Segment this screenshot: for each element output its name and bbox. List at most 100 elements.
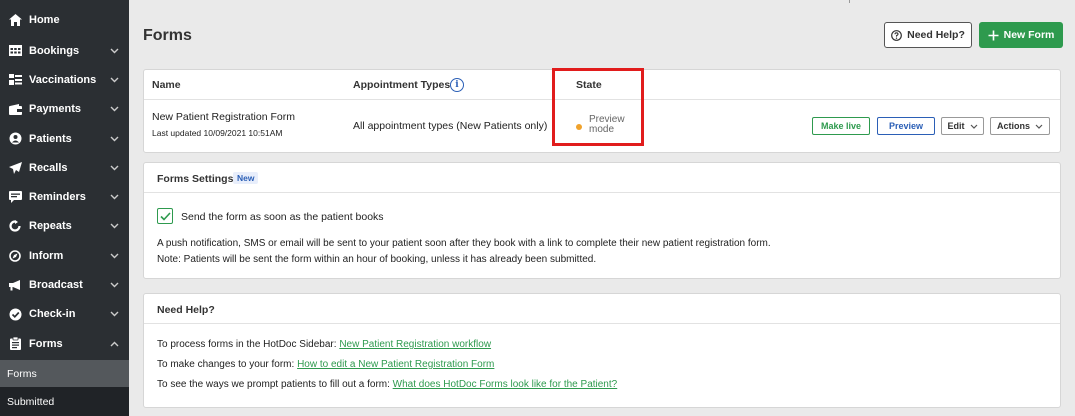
last-updated-label: Last updated (152, 128, 202, 138)
send-form-checkbox[interactable] (157, 208, 173, 224)
new-badge: New (233, 172, 259, 184)
help-link-edit-form[interactable]: How to edit a New Patient Registration F… (297, 359, 494, 370)
last-updated-value: 10/09/2021 10:51AM (203, 128, 283, 138)
sidebar-subitem-label: Submitted (7, 395, 55, 408)
need-help-button[interactable]: Need Help? (884, 22, 972, 48)
sidebar-item-repeats[interactable]: Repeats (0, 212, 129, 241)
sidebar-item-home[interactable]: Home (0, 9, 129, 31)
page-title: Forms (143, 27, 192, 44)
chevron-down-icon (109, 192, 119, 202)
help-text: To process forms in the HotDoc Sidebar: (157, 339, 340, 350)
make-live-label: Make live (820, 121, 862, 131)
help-text: To make changes to your form: (157, 359, 298, 370)
sidebar-subitem-submitted[interactable]: Submitted (0, 387, 129, 416)
help-line: To process forms in the HotDoc Sidebar: … (157, 339, 491, 350)
last-updated: Last updated 10/09/2021 10:51AM (152, 128, 282, 138)
paper-plane-icon (8, 161, 22, 175)
message-icon (8, 190, 22, 204)
help-title: Need Help? (157, 304, 215, 316)
make-live-button[interactable]: Make live (812, 117, 870, 135)
sidebar-item-label: Check-in (29, 308, 76, 321)
sidebar-item-vaccinations[interactable]: Vaccinations (0, 65, 129, 94)
help-text: To see the ways we prompt patients to fi… (157, 379, 393, 390)
chevron-down-icon (109, 104, 119, 114)
sidebar-item-check-in[interactable]: Check-in (0, 300, 129, 329)
sidebar-item-recalls[interactable]: Recalls (0, 153, 129, 182)
sidebar-item-forms[interactable]: Forms (0, 329, 129, 358)
compass-icon (8, 249, 22, 263)
help-link-workflow[interactable]: New Patient Registration workflow (339, 339, 491, 350)
edit-label: Edit (947, 121, 965, 131)
forms-settings-panel: Forms Settings New Send the form as soon… (143, 162, 1061, 279)
edit-dropdown-button[interactable]: Edit (941, 117, 984, 135)
chevron-down-icon (1035, 124, 1043, 129)
sidebar-item-payments[interactable]: Payments (0, 95, 129, 124)
settings-title: Forms Settings (157, 173, 234, 185)
preview-label: Preview (888, 121, 924, 131)
check-icon (159, 211, 171, 221)
column-header-name: Name (152, 79, 181, 91)
need-help-panel: Need Help? To process forms in the HotDo… (143, 293, 1061, 408)
calendar-icon (8, 44, 22, 58)
sidebar: Home Bookings Vaccinations Payments Pati… (0, 0, 129, 416)
chevron-down-icon (109, 75, 119, 85)
help-line: To see the ways we prompt patients to fi… (157, 379, 617, 390)
actions-dropdown-button[interactable]: Actions (990, 117, 1050, 135)
check-circle-icon (8, 307, 22, 321)
form-name: New Patient Registration Form (152, 111, 295, 123)
chevron-down-icon (109, 134, 119, 144)
highlight-box (552, 68, 644, 146)
need-help-label: Need Help? (907, 29, 965, 41)
divider (849, 0, 850, 3)
new-form-button[interactable]: New Form (979, 22, 1063, 48)
sidebar-item-patients[interactable]: Patients (0, 124, 129, 153)
chevron-down-icon (109, 309, 119, 319)
sidebar-item-label: Broadcast (29, 279, 83, 292)
question-circle-icon (891, 29, 903, 41)
refresh-icon (8, 219, 22, 233)
sidebar-item-label: Patients (29, 132, 72, 145)
chevron-down-icon (109, 221, 119, 231)
new-form-label: New Form (1003, 29, 1055, 41)
chevron-down-icon (109, 163, 119, 173)
settings-note: Note: Patients will be sent the form wit… (157, 254, 597, 265)
wallet-icon (8, 102, 22, 116)
appointment-types: All appointment types (New Patients only… (353, 120, 548, 132)
settings-description: A push notification, SMS or email will b… (157, 238, 771, 249)
help-line: To make changes to your form: How to edi… (157, 359, 494, 370)
sidebar-item-broadcast[interactable]: Broadcast (0, 270, 129, 299)
sidebar-item-label: Reminders (29, 191, 86, 204)
preview-button[interactable]: Preview (877, 117, 935, 135)
chevron-down-icon (109, 251, 119, 261)
sidebar-item-label: Inform (29, 249, 64, 262)
sidebar-item-label: Forms (29, 337, 63, 350)
plus-icon (988, 30, 999, 40)
sidebar-item-label: Repeats (29, 220, 72, 233)
sidebar-item-label: Recalls (29, 161, 68, 174)
chevron-up-icon (109, 339, 119, 349)
sidebar-item-label: Vaccinations (29, 73, 97, 86)
sidebar-item-bookings[interactable]: Bookings (0, 36, 129, 65)
sidebar-item-label: Bookings (29, 44, 80, 57)
sidebar-item-label: Payments (29, 103, 81, 116)
chevron-down-icon (970, 124, 978, 129)
info-icon[interactable]: i (450, 78, 464, 92)
syringe-icon (8, 73, 22, 87)
sidebar-item-label: Home (29, 14, 60, 26)
send-form-label: Send the form as soon as the patient boo… (181, 211, 384, 223)
sidebar-item-reminders[interactable]: Reminders (0, 182, 129, 211)
chevron-down-icon (109, 280, 119, 290)
sidebar-subitem-label: Forms (7, 367, 37, 380)
user-circle-icon (8, 132, 22, 146)
sidebar-subitem-forms[interactable]: Forms (0, 360, 129, 387)
actions-label: Actions (996, 121, 1030, 131)
megaphone-icon (8, 278, 22, 292)
help-link-patient-view[interactable]: What does HotDoc Forms look like for the… (393, 379, 618, 390)
chevron-down-icon (109, 46, 119, 56)
settings-header: Forms Settings New (144, 163, 1060, 193)
help-header: Need Help? (144, 294, 1060, 324)
column-header-appointment-types: Appointment Types (353, 79, 451, 91)
sidebar-item-inform[interactable]: Inform (0, 241, 129, 270)
home-icon (8, 13, 22, 27)
clipboard-icon (8, 337, 22, 351)
